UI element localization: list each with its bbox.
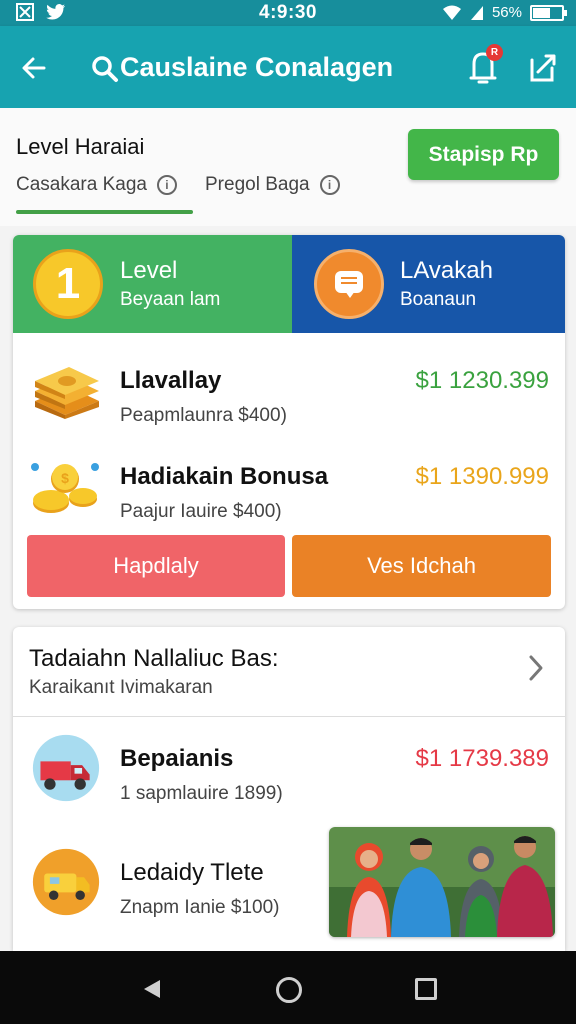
reward-name: Llavallay <box>120 367 222 394</box>
level-card: 1 Level Beyaan lam LAvakah Boanaun Llava… <box>13 235 565 609</box>
list-item-subtitle: 1 sapmlauire 1899) <box>120 783 283 804</box>
status-right-icons: 56% <box>442 4 567 21</box>
list-card: Tadaiahn Nallaliuc Bas: Karaikanıt Ivima… <box>13 627 565 951</box>
money-stack-icon <box>35 367 99 419</box>
system-nav-bar <box>0 951 576 1024</box>
app-bar: Causlaine Conalagen R <box>0 26 576 108</box>
back-arrow-icon[interactable] <box>18 52 50 84</box>
gold-coins-icon: $ <box>31 463 99 513</box>
app-title: Causlaine Conalagen <box>120 52 394 82</box>
chat-line <box>341 277 357 279</box>
level-banner-title: Level <box>120 257 178 284</box>
hapdlaly-button[interactable]: Hapdlaly <box>27 535 285 597</box>
list-card-header[interactable]: Tadaiahn Nallaliuc Bas: Karaikanıt Ivima… <box>13 627 565 717</box>
nav-recent-apps-icon[interactable] <box>415 978 437 1000</box>
red-truck-icon <box>32 734 100 802</box>
ves-idchah-button[interactable]: Ves Idchah <box>292 535 551 597</box>
reward-row[interactable]: $ Hadiakain Bonusa Paajur Iauire $400) $… <box>13 443 565 533</box>
battery-fill <box>533 7 550 18</box>
list-card-title: Tadaiahn Nallaliuc Bas: <box>29 645 279 672</box>
reward-name: Hadiakain Bonusa <box>120 463 329 490</box>
tab-casakara[interactable]: Casakara Kaga i <box>16 174 177 196</box>
reward-subtitle: Peapmlaunra $400) <box>120 405 287 426</box>
list-item[interactable]: Bepaianis 1 sapmlauire 1899) $1 1739.389 <box>13 725 565 815</box>
wifi-icon <box>442 5 461 20</box>
battery-icon <box>530 4 567 21</box>
list-item-name: Ledaidy Tlete <box>120 859 264 886</box>
reward-row[interactable]: Llavallay Peapmlaunra $400) $1 1230.399 <box>13 347 565 437</box>
level-banner-subtitle: Beyaan lam <box>120 289 221 310</box>
people-photo[interactable] <box>329 827 555 937</box>
level-banner[interactable]: 1 Level Beyaan lam <box>13 235 292 333</box>
reward-amount: $1 1390.999 <box>415 463 549 490</box>
yellow-van-icon <box>32 848 100 916</box>
stapisp-button[interactable]: Stapisp Rp <box>408 129 559 180</box>
tab-label: Pregol Baga <box>205 174 310 195</box>
signal-icon <box>470 5 483 20</box>
info-icon[interactable]: i <box>156 175 177 195</box>
chevron-right-icon[interactable] <box>527 653 545 683</box>
level-header: Level Haraiai Casakara Kaga i Pregol Bag… <box>0 108 576 226</box>
battery-percent: 56% <box>491 4 522 21</box>
chat-bubble-icon <box>314 249 384 319</box>
reward-subtitle: Paajur Iauire $400) <box>120 501 282 522</box>
lavakah-banner-subtitle: Boanaun <box>400 289 477 310</box>
tab-pregol[interactable]: Pregol Baga i <box>205 174 340 196</box>
list-card-subtitle: Karaikanıt Ivimakaran <box>29 677 213 698</box>
notification-badge: R <box>486 44 503 61</box>
level-title: Level Haraiai <box>16 134 145 159</box>
share-edit-icon[interactable] <box>526 50 560 84</box>
list-item-subtitle: Znapm Ianie $100) <box>120 897 280 918</box>
list-item-amount: $1 1739.389 <box>415 745 549 772</box>
chat-bubble-shape <box>335 271 363 298</box>
tab-label: Casakara Kaga <box>16 174 147 195</box>
lavakah-banner-title: LAvakah <box>400 257 493 284</box>
nav-back-icon[interactable] <box>142 978 162 1000</box>
active-tab-indicator <box>16 210 193 214</box>
level-coin-icon: 1 <box>33 249 103 319</box>
chat-line <box>341 282 357 284</box>
lavakah-banner[interactable]: LAvakah Boanaun <box>292 235 565 333</box>
svg-text:$: $ <box>61 470 69 486</box>
reward-amount: $1 1230.399 <box>415 367 549 394</box>
search-icon[interactable] <box>90 54 120 84</box>
info-icon[interactable]: i <box>319 175 340 195</box>
status-bar: 4:9:30 56% <box>0 0 576 26</box>
list-item-name: Bepaianis <box>120 745 234 772</box>
nav-home-icon[interactable] <box>276 977 302 1003</box>
